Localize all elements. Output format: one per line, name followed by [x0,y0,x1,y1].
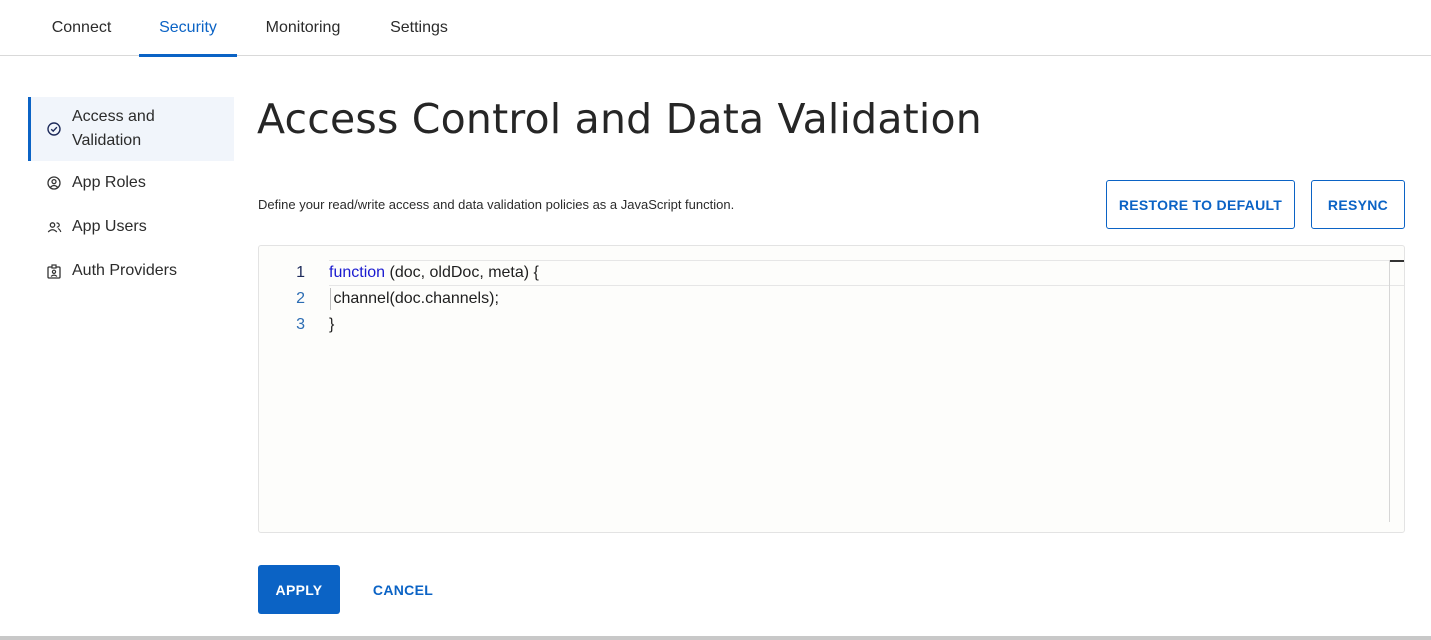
tab-connect[interactable]: Connect [33,0,130,56]
code-editor[interactable]: 1 2 3 function (doc, oldDoc, meta) { cha… [258,245,1405,533]
cancel-button[interactable]: CANCEL [360,565,446,614]
code-text: } [329,316,335,333]
sidebar-item-label: App Users [72,218,147,235]
sidebar-item-access-and-validation[interactable]: Access and Validation [28,97,234,161]
tab-security[interactable]: Security [139,0,237,57]
sidebar-item-app-users[interactable]: App Users [28,205,234,249]
editor-overview-ruler-marker [1390,260,1404,262]
page: Connect Security Monitoring Settings Acc… [0,0,1431,640]
check-circle-icon [46,121,62,137]
restore-to-default-button[interactable]: RESTORE TO DEFAULT [1106,180,1295,229]
line-number: 1 [296,264,305,281]
tab-monitoring[interactable]: Monitoring [248,0,358,56]
resync-button[interactable]: RESYNC [1311,180,1405,229]
top-tab-bar: Connect Security Monitoring Settings [0,0,1431,57]
page-title: Access Control and Data Validation [257,95,982,143]
page-description: Define your read/write access and data v… [258,197,735,212]
user-circle-icon [46,175,62,191]
code-keyword: function [329,264,386,281]
sidebar: Access and Validation App Roles App User… [28,97,234,293]
code-line[interactable]: } [329,312,1404,338]
apply-button[interactable]: APPLY [258,565,340,614]
sidebar-item-label: Auth Providers [72,262,177,279]
sidebar-item-label: App Roles [72,174,146,191]
users-icon [46,219,62,235]
code-line[interactable]: function (doc, oldDoc, meta) { [329,260,1404,286]
code-line[interactable]: channel(doc.channels); [329,286,1404,312]
indent-guide [330,288,331,310]
code-text: channel(doc.channels); [329,290,499,307]
line-number: 3 [296,316,305,333]
code-text: (doc, oldDoc, meta) { [385,264,539,281]
editor-code-area[interactable]: function (doc, oldDoc, meta) { channel(d… [329,260,1404,338]
id-badge-icon [46,263,62,279]
sidebar-item-app-roles[interactable]: App Roles [28,161,234,205]
editor-gutter: 1 2 3 [259,260,309,338]
editor-scrollbar[interactable] [1389,260,1390,522]
sidebar-item-label: Access and Validation [72,108,155,149]
sidebar-item-auth-providers[interactable]: Auth Providers [28,249,234,293]
tab-settings[interactable]: Settings [374,0,464,56]
line-number: 2 [296,290,305,307]
